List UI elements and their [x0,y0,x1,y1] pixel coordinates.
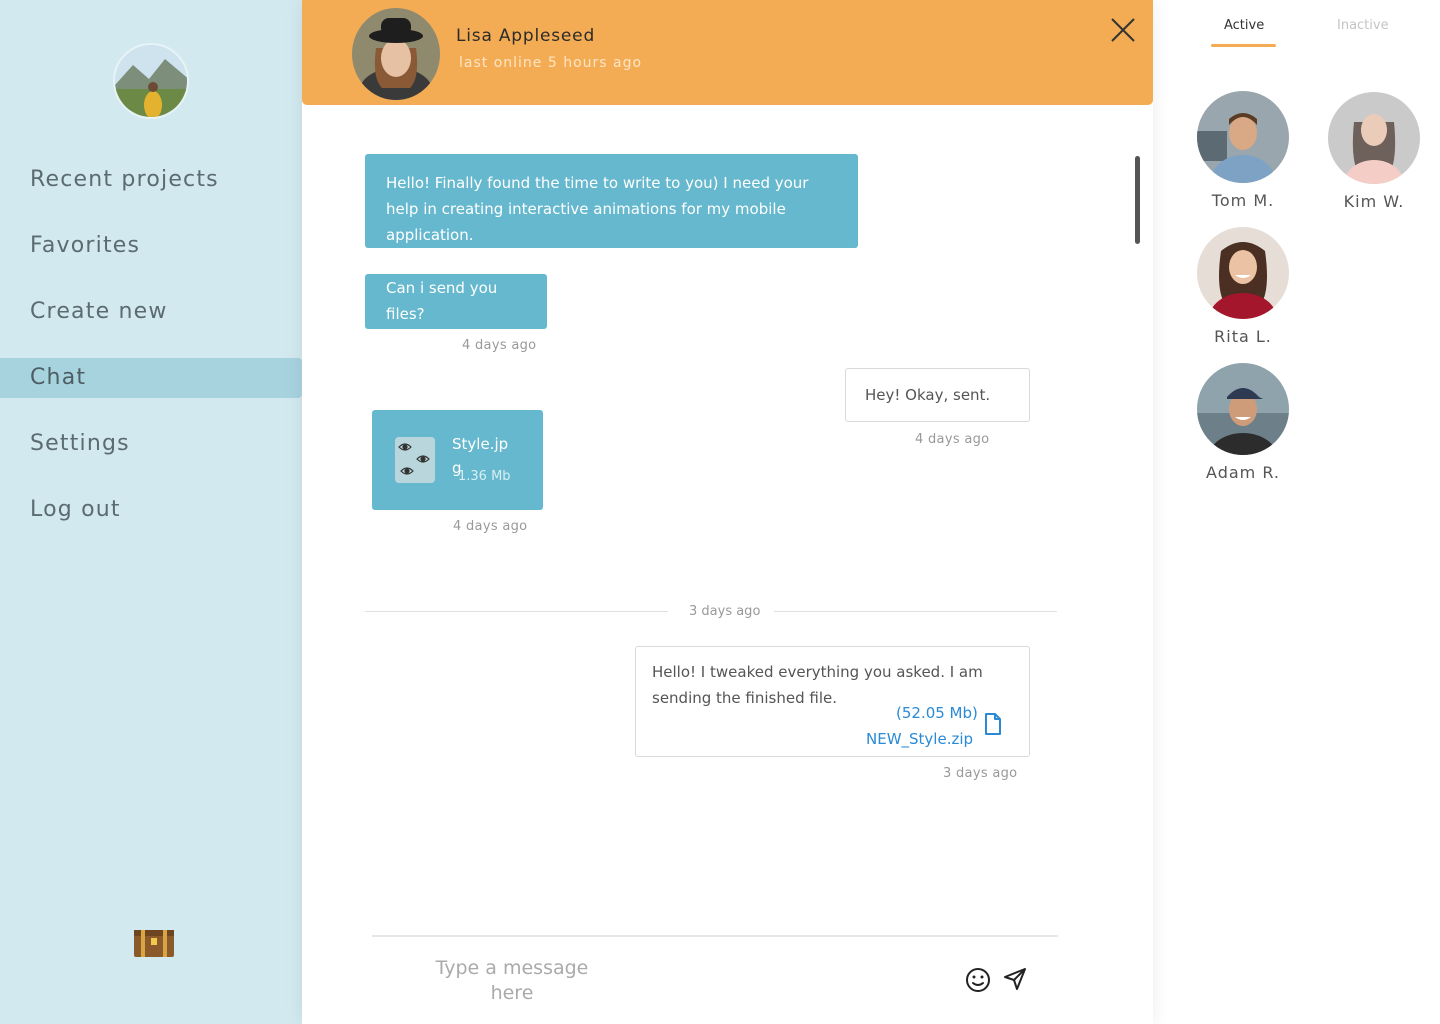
nav-item-favorites[interactable]: Favorites [0,226,302,266]
message-incoming: Hello! Finally found the time to write t… [365,154,858,248]
tab-inactive[interactable]: Inactive [1337,18,1389,33]
avatar [1197,227,1289,319]
date-divider-label: 3 days ago [689,604,761,619]
nav-item-recent-projects[interactable]: Recent projects [0,160,302,200]
contact-status: last online 5 hours ago [459,55,643,71]
attachment-size[interactable]: (52.05 Mb) [896,700,978,726]
composer-divider [372,935,1058,937]
chest-icon[interactable] [133,928,175,958]
nav-item-log-out[interactable]: Log out [0,490,302,530]
nav-item-settings[interactable]: Settings [0,424,302,464]
message-timestamp: 4 days ago [453,519,528,534]
avatar [1328,92,1420,184]
chat-scrollbar[interactable] [1135,156,1140,244]
contact-name: Tom M. [1211,191,1275,210]
message-outgoing: Hey! Okay, sent. [845,368,1030,422]
contact-avatar[interactable] [352,8,440,100]
contact-tom[interactable]: Tom M. [1197,91,1289,210]
send-icon[interactable] [1002,966,1028,992]
date-divider-line [774,611,1057,612]
nav-item-chat[interactable]: Chat [0,358,302,398]
chat-panel: Lisa Appleseed last online 5 hours ago H… [302,0,1153,1024]
message-timestamp: 3 days ago [943,766,1018,781]
nav-item-create-new[interactable]: Create new [0,292,302,332]
contact-rita[interactable]: Rita L. [1197,227,1289,346]
contact-name: Lisa Appleseed [456,26,596,46]
contact-adam[interactable]: Adam R. [1197,363,1289,482]
contact-name: Adam R. [1206,463,1280,482]
file-icon[interactable] [984,712,1002,736]
avatar [1197,363,1289,455]
contact-name: Rita L. [1214,327,1272,346]
date-divider-line [365,611,668,612]
close-icon[interactable] [1110,17,1136,43]
message-incoming: Can i send you files? [365,274,547,329]
message-outgoing-attachment: Hello! I tweaked everything you asked. I… [635,646,1030,757]
contact-kim[interactable]: Kim W. [1328,92,1420,211]
tab-active[interactable]: Active [1224,18,1264,33]
active-tab-indicator [1211,44,1276,47]
attachment-link[interactable]: NEW_Style.zip [866,726,973,752]
message-timestamp: 4 days ago [915,432,990,447]
file-size: 1.36 Mb [458,469,511,484]
main-nav: Recent projects Favorites Create new Cha… [0,160,302,556]
contact-name: Kim W. [1343,192,1405,211]
sidebar: Recent projects Favorites Create new Cha… [0,0,302,1024]
message-input[interactable]: Type a message here [412,956,612,1006]
user-avatar[interactable] [113,43,189,119]
chat-header: Lisa Appleseed last online 5 hours ago [302,0,1153,105]
file-message[interactable]: Style.jpg 1.36 Mb [372,410,543,510]
avatar [1197,91,1289,183]
message-timestamp: 4 days ago [462,338,537,353]
file-thumbnail [395,437,435,483]
emoji-icon[interactable] [965,967,991,993]
